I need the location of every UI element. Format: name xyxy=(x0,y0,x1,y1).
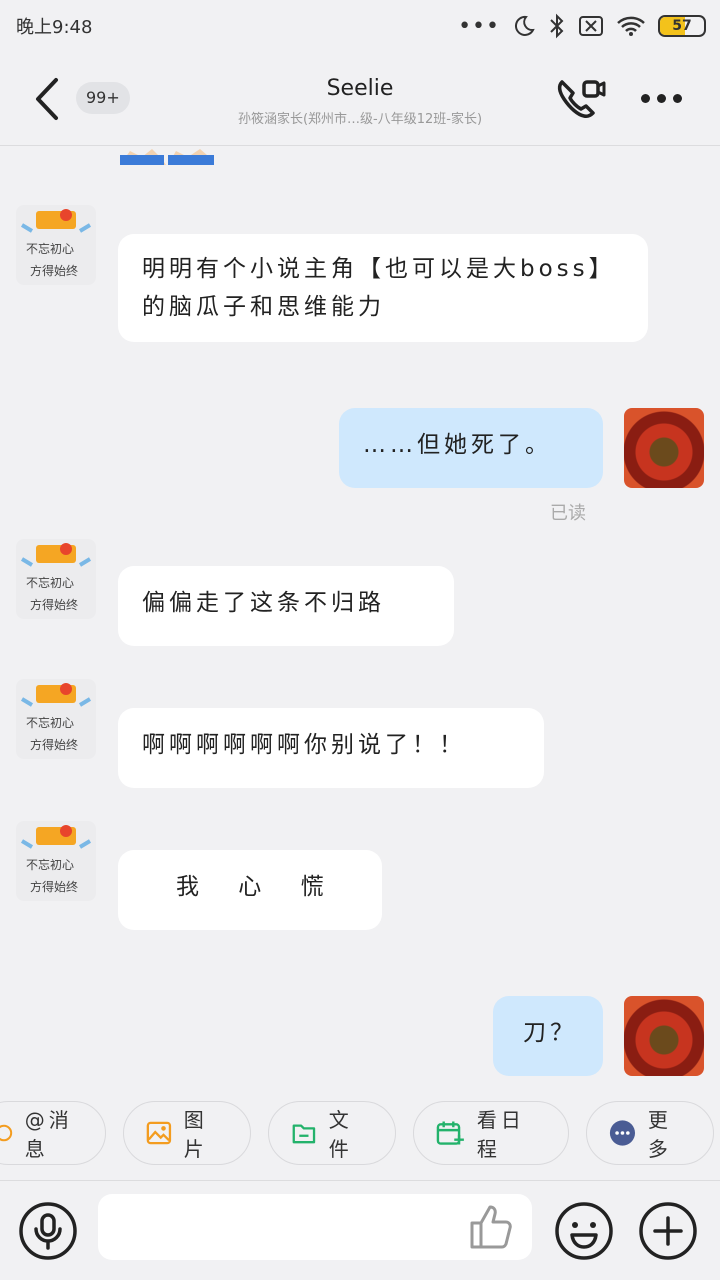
bluetooth-icon xyxy=(550,13,564,39)
svg-text:方得始终: 方得始终 xyxy=(30,597,78,612)
svg-text:方得始终: 方得始终 xyxy=(30,879,78,894)
mention-message-button[interactable]: @消息 xyxy=(0,1101,106,1165)
contact-avatar[interactable]: 不忘初心 方得始终 xyxy=(16,679,96,759)
read-status: 已读 xyxy=(550,503,586,524)
more-options-button[interactable] xyxy=(636,86,686,110)
emoji-button[interactable] xyxy=(554,1201,614,1261)
phone-video-call-icon[interactable] xyxy=(554,76,606,122)
message-bubble[interactable]: 我 心 慌 xyxy=(118,850,382,930)
input-bar xyxy=(0,1180,720,1280)
svg-text:不忘初心: 不忘初心 xyxy=(26,241,74,256)
chat-header: 99+ Seelie 孙筱涵家长(郑州市…级-八年级12班-家长) xyxy=(0,52,720,146)
message-list[interactable]: 不忘初心 方得始终 明明有个小说主角【也可以是大boss】的脑瓜子和思维能力 …… xyxy=(0,147,720,1085)
thumbs-up-icon[interactable] xyxy=(464,1199,520,1255)
my-avatar[interactable] xyxy=(624,408,704,488)
message-text: 刀？ xyxy=(523,1020,577,1046)
file-button[interactable]: 文件 xyxy=(268,1101,396,1165)
avatar-doodle: 不忘初心 方得始终 xyxy=(20,209,92,278)
schedule-label: 看日程 xyxy=(476,1108,525,1161)
svg-text:方得始终: 方得始终 xyxy=(30,263,78,278)
image-icon xyxy=(146,1121,172,1145)
my-avatar[interactable] xyxy=(624,996,704,1076)
chat-subtitle: 孙筱涵家长(郑州市…级-八年级12班-家长) xyxy=(237,112,483,127)
contact-avatar[interactable]: 不忘初心 方得始终 xyxy=(16,205,96,285)
more-circle-icon xyxy=(609,1120,636,1146)
add-button[interactable] xyxy=(638,1201,698,1261)
status-icons: ••• 57 xyxy=(458,13,706,39)
svg-text:不忘初心: 不忘初心 xyxy=(26,575,74,590)
avatar-doodle: 不忘初心 方得始终 xyxy=(20,543,92,612)
svg-text:不忘初心: 不忘初心 xyxy=(26,857,74,872)
message-bubble[interactable]: 明明有个小说主角【也可以是大boss】的脑瓜子和思维能力 xyxy=(118,234,648,342)
status-bar: 晚上9:48 ••• 57 xyxy=(0,0,720,52)
at-icon xyxy=(0,1124,13,1142)
folder-icon xyxy=(292,1124,316,1144)
svg-text:不忘初心: 不忘初心 xyxy=(26,715,74,730)
dots-icon: ••• xyxy=(458,13,500,39)
file-label: 文件 xyxy=(328,1108,353,1161)
sticker-image[interactable] xyxy=(120,147,214,165)
contact-avatar[interactable]: 不忘初心 方得始终 xyxy=(16,821,96,901)
quick-action-toolbar: @消息 图片 文件 看日程 更多 xyxy=(0,1092,720,1174)
message-bubble[interactable]: 偏偏走了这条不归路 xyxy=(118,566,454,646)
message-text: 啊啊啊啊啊啊你别说了！！ xyxy=(142,732,466,758)
image-button[interactable]: 图片 xyxy=(123,1101,251,1165)
message-bubble[interactable]: 啊啊啊啊啊啊你别说了！！ xyxy=(118,708,544,788)
moon-icon xyxy=(514,15,535,36)
mention-message-label: @消息 xyxy=(24,1108,73,1161)
voice-input-button[interactable] xyxy=(18,1201,78,1261)
message-text: 我 心 慌 xyxy=(176,874,340,900)
calendar-add-icon xyxy=(436,1121,464,1145)
message-bubble[interactable]: 刀？ xyxy=(493,996,603,1076)
avatar-doodle: 不忘初心 方得始终 xyxy=(20,825,92,894)
avatar-doodle: 不忘初心 方得始终 xyxy=(20,683,92,752)
sim-off-icon xyxy=(579,16,603,36)
more-tools-label: 更多 xyxy=(647,1108,672,1161)
chat-title[interactable]: Seelie xyxy=(0,76,720,101)
battery-icon: 57 xyxy=(658,15,706,37)
svg-text:方得始终: 方得始终 xyxy=(30,737,78,752)
status-time: 晚上9:48 xyxy=(16,17,93,38)
contact-avatar[interactable]: 不忘初心 方得始终 xyxy=(16,539,96,619)
wifi-icon xyxy=(617,16,645,36)
battery-level: 57 xyxy=(672,18,692,34)
message-text: 明明有个小说主角【也可以是大boss】的脑瓜子和思维能力 xyxy=(142,256,616,320)
schedule-button[interactable]: 看日程 xyxy=(413,1101,569,1165)
message-text: 偏偏走了这条不归路 xyxy=(142,590,385,616)
image-label: 图片 xyxy=(183,1108,208,1161)
more-tools-button[interactable]: 更多 xyxy=(586,1101,714,1165)
message-text: ……但她死了。 xyxy=(363,432,552,458)
message-bubble[interactable]: ……但她死了。 xyxy=(339,408,603,488)
